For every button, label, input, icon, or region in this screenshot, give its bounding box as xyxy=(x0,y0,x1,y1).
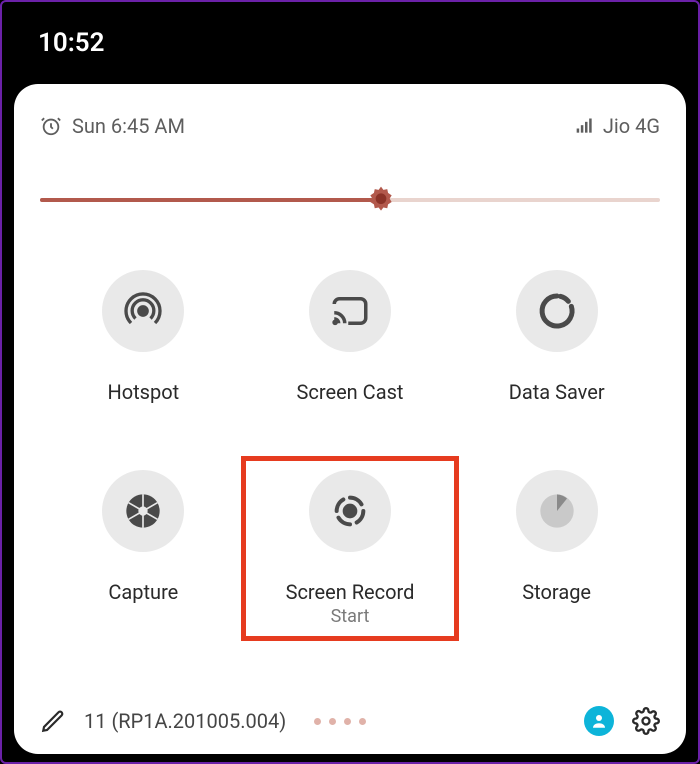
tile-storage[interactable]: Storage xyxy=(453,470,660,627)
tile-capture[interactable]: Capture xyxy=(40,470,247,627)
alarm-time-label: Sun 6:45 AM xyxy=(72,114,185,138)
tile-screen-record[interactable]: Screen Record Start xyxy=(247,470,454,627)
settings-icon[interactable] xyxy=(632,707,660,735)
page-indicator xyxy=(314,718,366,725)
tile-screen-cast[interactable]: Screen Cast xyxy=(247,270,454,404)
device-time: 10:52 xyxy=(38,28,105,58)
highlight-box xyxy=(241,456,460,641)
data-saver-icon xyxy=(516,270,598,352)
brightness-thumb-icon[interactable] xyxy=(365,184,397,216)
cast-icon xyxy=(309,270,391,352)
tile-hotspot[interactable]: Hotspot xyxy=(40,270,247,404)
build-label: 11 (RP1A.201005.004) xyxy=(84,709,286,733)
user-avatar[interactable] xyxy=(584,706,614,736)
hotspot-icon xyxy=(102,270,184,352)
network-label: Jio 4G xyxy=(603,114,660,138)
footer-bar: 11 (RP1A.201005.004) xyxy=(40,680,660,736)
tile-label: Screen Cast xyxy=(297,380,404,404)
tile-data-saver[interactable]: Data Saver xyxy=(453,270,660,404)
tiles-grid: Hotspot Screen Cast Data Saver xyxy=(40,270,660,627)
tile-label: Capture xyxy=(108,580,178,604)
quick-settings-panel: Sun 6:45 AM Jio 4G xyxy=(14,84,686,754)
network-indicator: Jio 4G xyxy=(575,114,660,138)
alarm-icon xyxy=(40,115,62,137)
slider-track-fill xyxy=(40,198,381,202)
brightness-slider[interactable] xyxy=(40,186,660,214)
alarm-indicator[interactable]: Sun 6:45 AM xyxy=(40,114,185,138)
tile-label: Storage xyxy=(522,580,591,604)
signal-icon xyxy=(575,116,595,136)
tile-label: Hotspot xyxy=(107,380,179,404)
storage-icon xyxy=(516,470,598,552)
tile-label: Data Saver xyxy=(509,380,605,404)
capture-icon xyxy=(102,470,184,552)
edit-icon[interactable] xyxy=(40,708,66,734)
